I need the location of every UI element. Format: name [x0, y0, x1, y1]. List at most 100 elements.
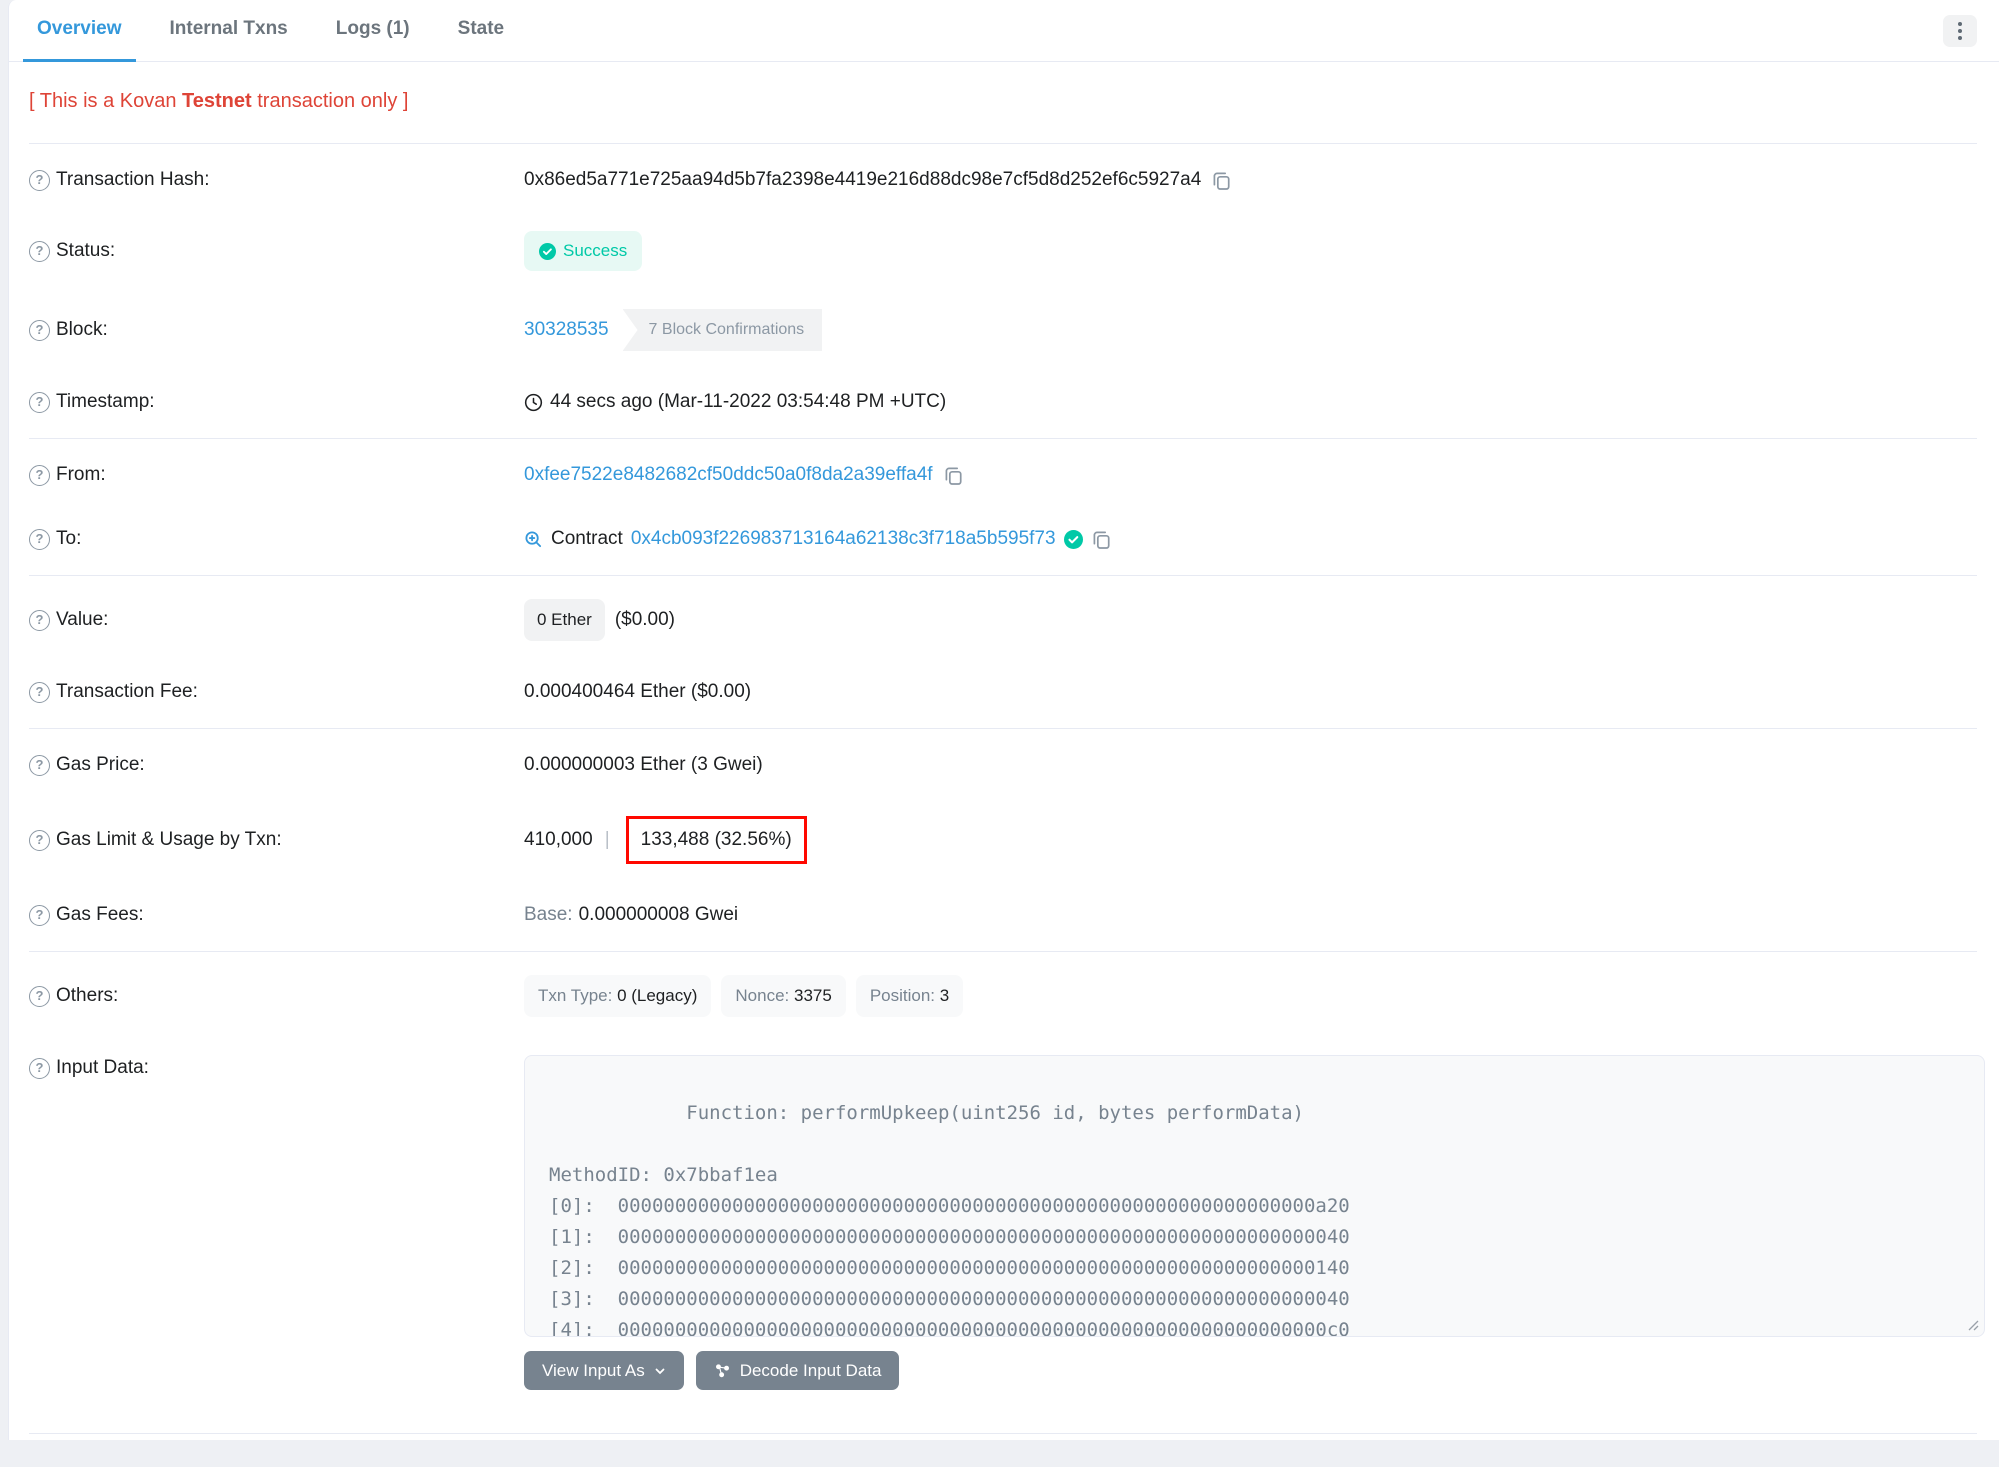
usd-value: ($0.00) [614, 609, 676, 630]
warning-text-bold: Testnet [182, 90, 252, 112]
input-data-label: Input Data: [56, 1057, 149, 1078]
section-others-input: ? Others: Txn Type: 0 (Legacy) Nonce: 33… [29, 951, 1985, 1413]
clock-icon [524, 393, 543, 411]
tab-overview[interactable]: Overview [23, 0, 136, 62]
testnet-warning: [ This is a Kovan Testnet transaction on… [9, 62, 1999, 143]
gas-limit-value: 410,000 [524, 829, 593, 850]
copy-to-address-button[interactable] [1091, 529, 1112, 550]
block-confirmations-badge: 7 Block Confirmations [622, 309, 823, 351]
timestamp-value: 44 secs ago (Mar-11-2022 03:54:48 PM +UT… [550, 391, 947, 412]
vertical-ellipsis-icon [1958, 35, 1962, 40]
section-value: ? Value: 0 Ether ($0.00) ? Transaction F… [29, 575, 1977, 728]
to-contract-word: Contract [551, 528, 623, 549]
nonce-badge: Nonce: 3375 [721, 975, 846, 1017]
help-icon[interactable]: ? [29, 829, 50, 851]
help-icon[interactable]: ? [29, 169, 50, 191]
help-icon[interactable]: ? [29, 319, 50, 341]
row-block: ? Block: 30328535 7 Block Confirmations [29, 290, 1977, 370]
decode-input-data-label: Decode Input Data [739, 1360, 882, 1380]
block-label: Block: [56, 319, 108, 340]
help-icon[interactable]: ? [29, 681, 50, 703]
vertical-ellipsis-icon [1958, 21, 1962, 26]
view-input-as-button[interactable]: View Input As [524, 1351, 684, 1390]
row-status: ? Status: Success [29, 212, 1977, 290]
base-fee-label: Base: [524, 904, 573, 925]
chevron-down-icon [655, 1368, 665, 1374]
vertical-ellipsis-icon [1958, 28, 1962, 33]
value-label: Value: [56, 609, 109, 630]
decode-icon [715, 1364, 729, 1378]
input-data-textarea[interactable]: Function: performUpkeep(uint256 id, byte… [524, 1055, 1985, 1337]
position-badge: Position: 3 [855, 975, 964, 1017]
decode-input-data-button[interactable]: Decode Input Data [695, 1351, 900, 1390]
position-value: 3 [939, 986, 950, 1005]
base-fee-value: 0.000000008 Gwei [578, 904, 739, 925]
row-gas-fees: ? Gas Fees: Base: 0.000000008 Gwei [29, 883, 1977, 947]
copy-icon [1213, 172, 1230, 190]
check-circle-icon [539, 242, 556, 260]
tab-state[interactable]: State [444, 0, 518, 62]
copy-hash-button[interactable] [1211, 170, 1232, 191]
from-label: From: [56, 464, 106, 485]
transaction-hash-value: 0x86ed5a771e725aa94d5b7fa2398e4419e216d8… [524, 169, 1202, 190]
tab-internal-txns[interactable]: Internal Txns [156, 0, 302, 62]
help-icon[interactable]: ? [29, 609, 50, 631]
to-address-link[interactable]: 0x4cb093f226983713164a62138c3f718a5b595f… [631, 526, 1056, 552]
row-value: ? Value: 0 Ether ($0.00) [29, 580, 1977, 660]
row-gas-price: ? Gas Price: 0.000000003 Ether (3 Gwei) [29, 733, 1977, 797]
copy-icon [945, 467, 962, 485]
timestamp-label: Timestamp: [56, 391, 155, 412]
section-addresses: ? From: 0xfee7522e8482682cf50ddc50a0f8da… [29, 438, 1977, 575]
txn-type-badge: Txn Type: 0 (Legacy) [524, 975, 712, 1017]
row-transaction-hash: ? Transaction Hash: 0x86ed5a771e725aa94d… [29, 148, 1977, 212]
transaction-fee-value: 0.000400464 Ether ($0.00) [524, 681, 752, 702]
gas-limit-label: Gas Limit & Usage by Txn: [56, 829, 282, 850]
help-icon[interactable]: ? [29, 464, 50, 486]
txn-type-value: 0 (Legacy) [617, 986, 698, 1005]
gas-usage-annotation-box: 133,488 (32.56%) [625, 816, 807, 864]
transaction-card: Overview Internal Txns Logs (1) State [ … [8, 0, 1999, 1440]
from-address-link[interactable]: 0xfee7522e8482682cf50ddc50a0f8da2a39effa… [524, 462, 933, 488]
gas-usage-value: 133,488 (32.56%) [640, 829, 792, 850]
help-icon[interactable]: ? [29, 391, 50, 413]
tab-logs[interactable]: Logs (1) [322, 0, 424, 62]
row-gas-limit-usage: ? Gas Limit & Usage by Txn: 410,000 | 13… [29, 797, 1977, 883]
warning-text-prefix: [ This is a Kovan [29, 90, 183, 112]
gas-limit-separator: | [604, 829, 610, 850]
transaction-hash-label: Transaction Hash: [56, 169, 210, 190]
gas-price-label: Gas Price: [56, 754, 145, 775]
resize-handle-icon[interactable] [1966, 1318, 1979, 1331]
copy-from-address-button[interactable] [943, 465, 964, 486]
help-icon[interactable]: ? [29, 528, 50, 550]
tab-bar: Overview Internal Txns Logs (1) State [9, 0, 1999, 62]
help-icon[interactable]: ? [29, 985, 50, 1007]
gas-fees-label: Gas Fees: [56, 904, 144, 925]
verified-check-icon [1063, 529, 1083, 549]
help-icon[interactable]: ? [29, 240, 50, 262]
ether-value-badge: 0 Ether [524, 599, 605, 641]
help-icon[interactable]: ? [29, 904, 50, 926]
section-gas: ? Gas Price: 0.000000003 Ether (3 Gwei) … [29, 728, 1977, 951]
input-data-content: Function: performUpkeep(uint256 id, byte… [549, 1102, 1350, 1337]
status-value: Success [563, 241, 628, 260]
row-from: ? From: 0xfee7522e8482682cf50ddc50a0f8da… [29, 443, 1977, 507]
txn-type-key: Txn Type: [538, 986, 618, 1005]
status-label: Status: [56, 240, 116, 261]
warning-text-suffix: transaction only ] [251, 90, 409, 112]
row-input-data: ? Input Data: Function: performUpkeep(ui… [29, 1036, 1985, 1409]
help-icon[interactable]: ? [29, 754, 50, 776]
view-input-as-label: View Input As [542, 1360, 645, 1380]
row-others: ? Others: Txn Type: 0 (Legacy) Nonce: 33… [29, 956, 1977, 1036]
to-label: To: [56, 528, 82, 549]
transaction-fee-label: Transaction Fee: [56, 681, 198, 702]
row-timestamp: ? Timestamp: 44 secs ago (Mar-11-2022 03… [29, 370, 1977, 434]
help-icon[interactable]: ? [29, 1057, 50, 1079]
position-key: Position: [869, 986, 940, 1005]
nonce-value: 3375 [793, 986, 832, 1005]
gas-price-value: 0.000000003 Ether (3 Gwei) [524, 754, 763, 775]
row-to: ? To: Contract 0x4cb093f226983713164a621… [29, 507, 1977, 571]
block-number-link[interactable]: 30328535 [524, 317, 609, 343]
more-options-button[interactable] [1943, 14, 1977, 47]
nonce-key: Nonce: [735, 986, 794, 1005]
zoom-in-icon[interactable] [524, 530, 543, 549]
